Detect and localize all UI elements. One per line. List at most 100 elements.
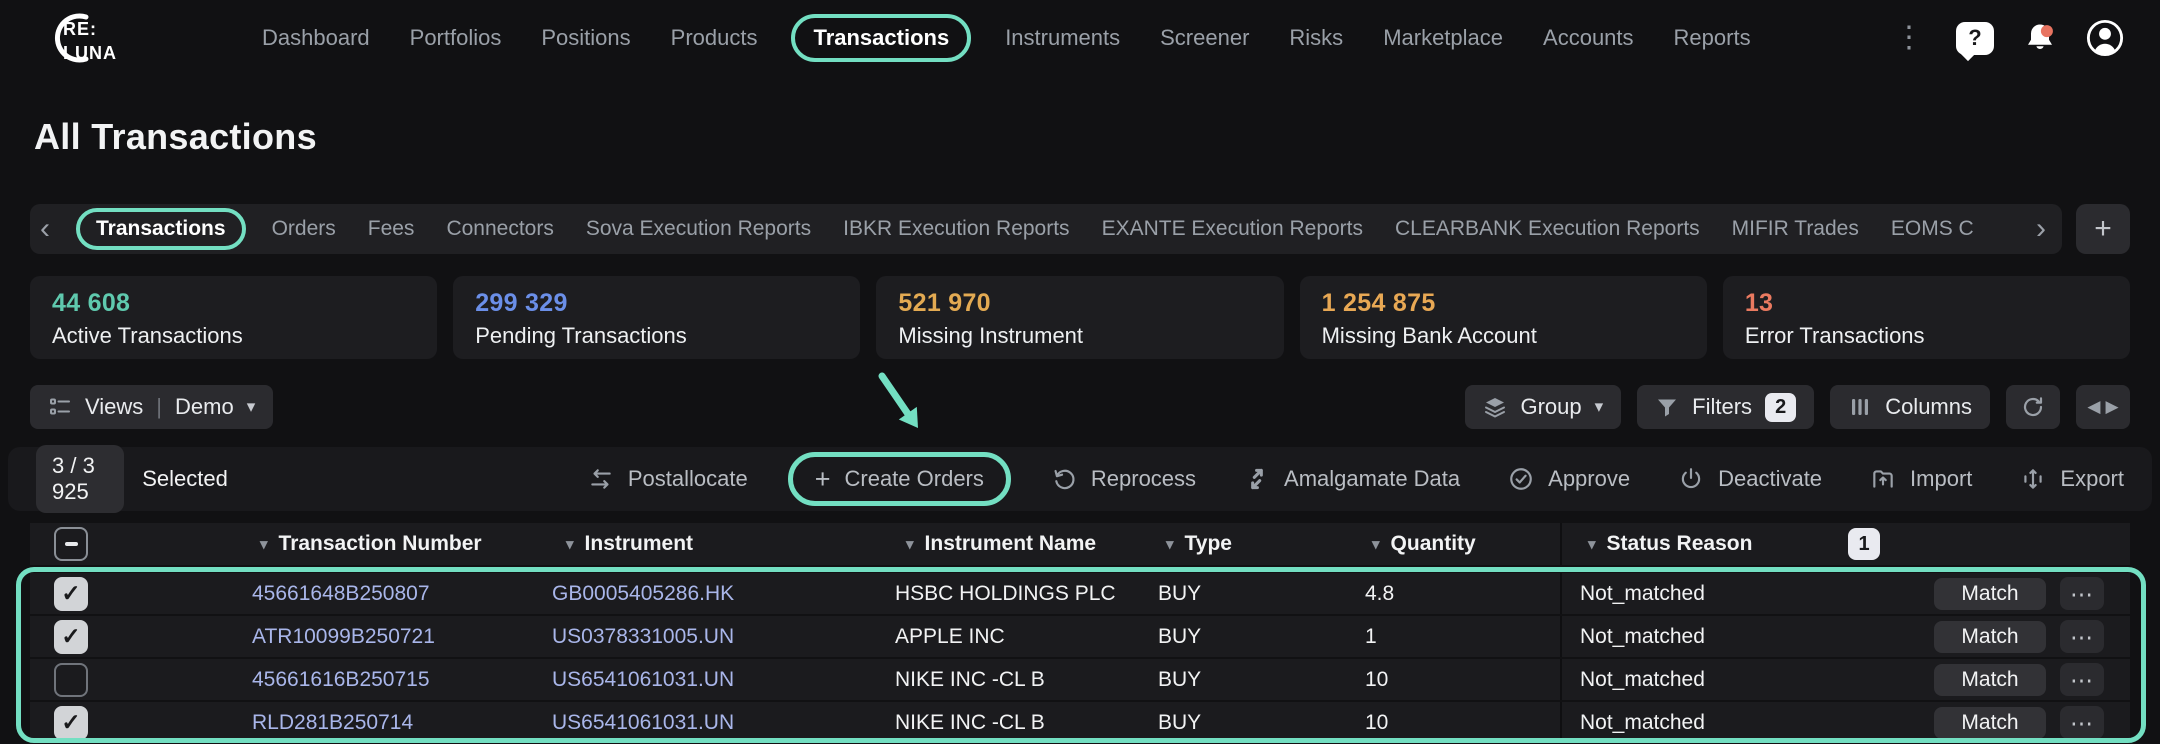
- transaction-number-link[interactable]: 45661648B250807: [252, 582, 430, 606]
- nav-item-reports[interactable]: Reports: [1674, 25, 1751, 51]
- nav-right-icons: ⋮ ?: [1890, 19, 2124, 57]
- row-menu-button[interactable]: ⋯: [2060, 706, 2104, 739]
- stat-card-pending-transactions[interactable]: 299 329 Pending Transactions: [453, 276, 860, 359]
- stat-value: 13: [1745, 289, 2108, 318]
- export-button[interactable]: Export: [2020, 466, 2124, 492]
- status-reason-cell: Not_matched: [1560, 659, 1900, 700]
- nav-item-marketplace[interactable]: Marketplace: [1383, 25, 1503, 51]
- help-icon[interactable]: ?: [1956, 22, 1994, 55]
- row-menu-button[interactable]: ⋯: [2060, 663, 2104, 696]
- column-menu-icon[interactable]: ▾: [1588, 535, 1596, 553]
- row-menu-button[interactable]: ⋯: [2060, 620, 2104, 653]
- transaction-number-link[interactable]: 45661616B250715: [252, 668, 430, 692]
- tab-sova-execution-reports[interactable]: Sova Execution Reports: [586, 217, 811, 241]
- nav-item-accounts[interactable]: Accounts: [1543, 25, 1634, 51]
- views-icon: [48, 395, 72, 419]
- nav-item-portfolios[interactable]: Portfolios: [410, 25, 502, 51]
- header-status-reason[interactable]: ▾ Status Reason 1: [1560, 523, 1900, 565]
- select-all-checkbox[interactable]: [54, 527, 88, 561]
- instrument-link[interactable]: US0378331005.UN: [552, 625, 734, 649]
- row-checkbox[interactable]: ✓: [54, 577, 88, 611]
- column-menu-icon[interactable]: ▾: [566, 535, 574, 553]
- nav-item-risks[interactable]: Risks: [1289, 25, 1343, 51]
- columns-button[interactable]: Columns: [1830, 385, 1990, 429]
- reprocess-button[interactable]: Reprocess: [1051, 466, 1196, 492]
- nav-item-screener[interactable]: Screener: [1160, 25, 1249, 51]
- add-tab-button[interactable]: +: [2076, 204, 2130, 254]
- nav-item-instruments[interactable]: Instruments: [1005, 25, 1120, 51]
- tab-eoms[interactable]: EOMS C: [1891, 217, 1974, 241]
- match-button[interactable]: Match: [1934, 621, 2046, 653]
- filters-button[interactable]: Filters 2: [1637, 385, 1814, 429]
- import-button[interactable]: Import: [1870, 466, 1972, 492]
- page-title: All Transactions: [34, 116, 2160, 160]
- tab-connectors[interactable]: Connectors: [446, 217, 553, 241]
- refresh-button[interactable]: [2006, 385, 2060, 429]
- row-checkbox[interactable]: ✓: [54, 663, 88, 697]
- instrument-link[interactable]: US6541061031.UN: [552, 668, 734, 692]
- stat-label: Missing Instrument: [898, 323, 1261, 349]
- pagination-arrows-button[interactable]: ◀ ▶: [2076, 385, 2130, 429]
- selection-actions-row: 3 / 3 925 Selected Postallocate + Create…: [8, 447, 2152, 511]
- quantity-cell: 10: [1360, 702, 1560, 743]
- tabs-scroll-right-icon[interactable]: ›: [2036, 214, 2046, 244]
- instrument-link[interactable]: GB0005405286.HK: [552, 582, 734, 606]
- header-type[interactable]: ▾ Type: [1150, 523, 1360, 565]
- stat-card-active-transactions[interactable]: 44 608 Active Transactions: [30, 276, 437, 359]
- nav-item-products[interactable]: Products: [671, 25, 758, 51]
- row-checkbox[interactable]: ✓: [54, 620, 88, 654]
- header-label: Status Reason: [1607, 532, 1753, 556]
- row-menu-button[interactable]: ⋯: [2060, 577, 2104, 610]
- chevron-down-icon: ▾: [1595, 397, 1604, 417]
- status-reason-cell: Not_matched: [1560, 573, 1900, 614]
- notifications-bell-icon[interactable]: [2022, 20, 2058, 56]
- views-selector-button[interactable]: Views | Demo ▾: [30, 385, 273, 429]
- column-menu-icon[interactable]: ▾: [1372, 535, 1380, 553]
- instrument-link[interactable]: US6541061031.UN: [552, 711, 734, 735]
- header-instrument-name[interactable]: ▾ Instrument Name: [880, 523, 1150, 565]
- match-button[interactable]: Match: [1934, 578, 2046, 610]
- amalgamate-icon: [1244, 466, 1270, 492]
- tab-fees[interactable]: Fees: [368, 217, 415, 241]
- svg-text:LUNA: LUNA: [63, 43, 117, 63]
- stat-cards: 44 608 Active Transactions 299 329 Pendi…: [30, 276, 2130, 359]
- instrument-name-cell: NIKE INC -CL B: [880, 702, 1150, 743]
- transaction-number-link[interactable]: ATR10099B250721: [252, 625, 435, 649]
- header-transaction-number[interactable]: ▾ Transaction Number: [130, 523, 530, 565]
- prev-page-icon: ◀: [2087, 397, 2100, 417]
- header-instrument[interactable]: ▾ Instrument: [530, 523, 880, 565]
- match-button[interactable]: Match: [1934, 664, 2046, 696]
- deactivate-button[interactable]: Deactivate: [1678, 466, 1822, 492]
- tabs-scroll-left-icon[interactable]: ‹: [40, 214, 50, 244]
- column-menu-icon[interactable]: ▾: [260, 535, 268, 553]
- transaction-number-link[interactable]: RLD281B250714: [252, 711, 413, 735]
- column-menu-icon[interactable]: ▾: [906, 535, 914, 553]
- reprocess-label: Reprocess: [1091, 466, 1196, 492]
- stat-card-error-transactions[interactable]: 13 Error Transactions: [1723, 276, 2130, 359]
- tab-orders[interactable]: Orders: [272, 217, 336, 241]
- group-button[interactable]: Group ▾: [1465, 385, 1621, 429]
- tab-clearbank-execution-reports[interactable]: CLEARBANK Execution Reports: [1395, 217, 1700, 241]
- tab-transactions[interactable]: Transactions: [76, 208, 246, 250]
- user-avatar-icon[interactable]: [2086, 19, 2124, 57]
- header-quantity[interactable]: ▾ Quantity: [1360, 523, 1560, 565]
- brand-logo[interactable]: RE: LUNA: [34, 9, 122, 67]
- tab-exante-execution-reports[interactable]: EXANTE Execution Reports: [1102, 217, 1363, 241]
- stat-card-missing-bank-account[interactable]: 1 254 875 Missing Bank Account: [1300, 276, 1707, 359]
- approve-label: Approve: [1548, 466, 1630, 492]
- stat-card-missing-instrument[interactable]: 521 970 Missing Instrument: [876, 276, 1283, 359]
- match-button[interactable]: Match: [1934, 707, 2046, 739]
- tab-mifir-trades[interactable]: MIFIR Trades: [1732, 217, 1859, 241]
- filters-label: Filters: [1692, 394, 1752, 420]
- more-menu-icon[interactable]: ⋮: [1890, 23, 1928, 53]
- row-checkbox[interactable]: ✓: [54, 706, 88, 740]
- approve-button[interactable]: Approve: [1508, 466, 1630, 492]
- nav-item-transactions[interactable]: Transactions: [791, 14, 971, 62]
- postallocate-button[interactable]: Postallocate: [588, 466, 748, 492]
- column-menu-icon[interactable]: ▾: [1166, 535, 1174, 553]
- tab-ibkr-execution-reports[interactable]: IBKR Execution Reports: [843, 217, 1069, 241]
- nav-item-dashboard[interactable]: Dashboard: [262, 25, 370, 51]
- amalgamate-data-button[interactable]: Amalgamate Data: [1244, 466, 1460, 492]
- create-orders-button[interactable]: + Create Orders: [788, 452, 1011, 506]
- nav-item-positions[interactable]: Positions: [541, 25, 630, 51]
